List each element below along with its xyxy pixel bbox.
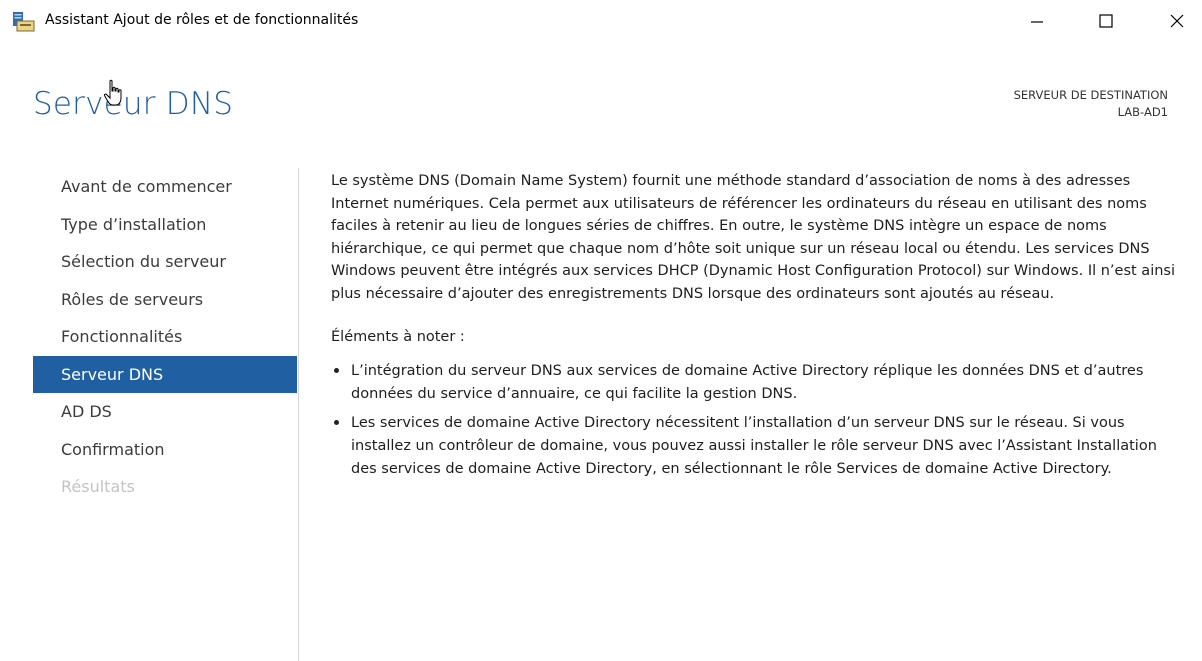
note-item: Les services de domaine Active Directory… bbox=[331, 412, 1176, 480]
destination-server-label: SERVEUR DE DESTINATION bbox=[1013, 88, 1168, 102]
bullet-icon bbox=[334, 368, 339, 374]
note-text: Les services de domaine Active Directory… bbox=[351, 415, 1157, 477]
nav-item-roles-serveurs[interactable]: Rôles de serveurs bbox=[33, 281, 297, 319]
nav-divider bbox=[298, 168, 299, 661]
dns-description: Le système DNS (Domain Name System) four… bbox=[331, 173, 1175, 302]
wizard-steps-nav: Avant de commencer Type d’installation S… bbox=[33, 168, 297, 506]
page-title: Serveur DNS bbox=[33, 86, 234, 122]
close-button[interactable] bbox=[1152, 0, 1202, 44]
maximize-icon bbox=[1099, 13, 1113, 32]
nav-item-type-installation[interactable]: Type d’installation bbox=[33, 206, 297, 244]
note-item: L’intégration du serveur DNS aux service… bbox=[331, 360, 1176, 405]
close-icon bbox=[1170, 13, 1184, 32]
minimize-button[interactable] bbox=[1012, 0, 1062, 44]
notes-list: L’intégration du serveur DNS aux service… bbox=[331, 360, 1176, 480]
destination-server-name: LAB-AD1 bbox=[1117, 105, 1168, 119]
nav-item-resultats: Résultats bbox=[61, 477, 135, 496]
nav-item-ad-ds[interactable]: AD DS bbox=[33, 393, 297, 431]
nav-item-selection-serveur[interactable]: Sélection du serveur bbox=[33, 243, 297, 281]
notes-heading: Éléments à noter : bbox=[331, 328, 465, 345]
hand-cursor-icon bbox=[103, 79, 125, 107]
main-content: Le système DNS (Domain Name System) four… bbox=[331, 170, 1176, 487]
nav-item-serveur-dns[interactable]: Serveur DNS bbox=[33, 355, 297, 393]
window-titlebar[interactable]: Assistant Ajout de rôles et de fonctionn… bbox=[0, 0, 1202, 44]
note-text: L’intégration du serveur DNS aux service… bbox=[351, 363, 1144, 402]
window-title: Assistant Ajout de rôles et de fonctionn… bbox=[45, 12, 359, 28]
minimize-icon bbox=[1030, 13, 1044, 32]
bullet-icon bbox=[334, 420, 339, 426]
nav-item-avant-de-commencer[interactable]: Avant de commencer bbox=[33, 168, 297, 206]
nav-item-confirmation[interactable]: Confirmation bbox=[33, 431, 297, 469]
app-icon bbox=[12, 11, 36, 33]
nav-item-fonctionnalites[interactable]: Fonctionnalités bbox=[33, 318, 297, 356]
maximize-button[interactable] bbox=[1081, 0, 1131, 44]
